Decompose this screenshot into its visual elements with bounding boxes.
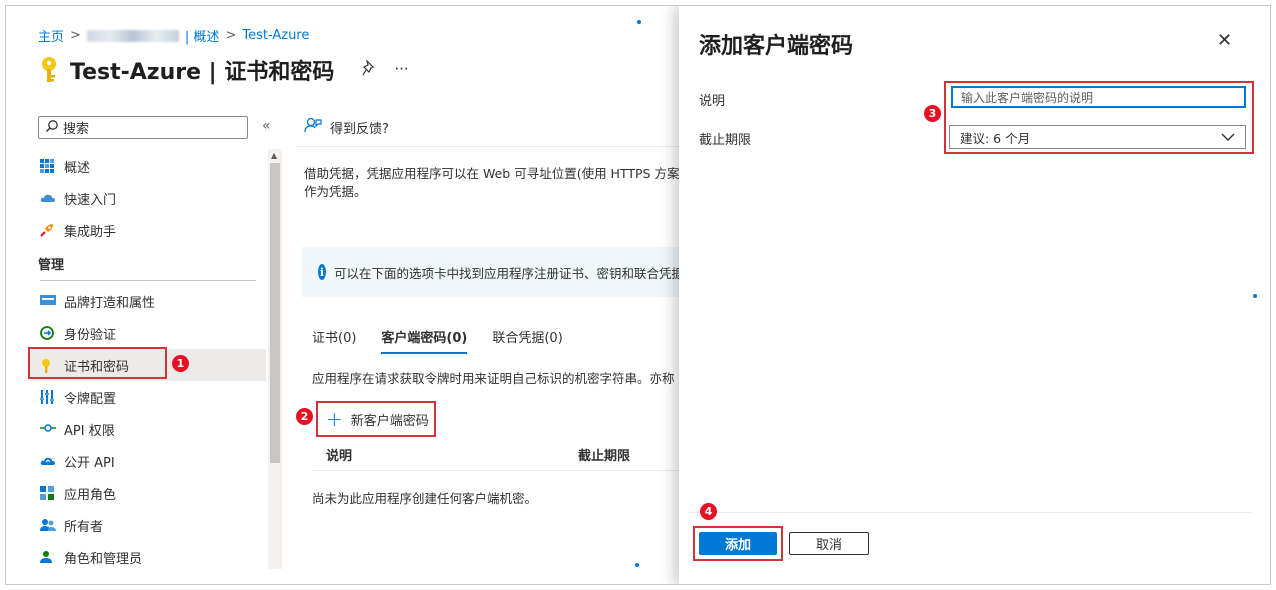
divider [296, 146, 684, 147]
annotation-badge-4: 4 [700, 503, 717, 520]
admin-icon [40, 550, 54, 564]
sidebar-item-quickstart[interactable]: 快速入门 [30, 182, 266, 214]
cloud-api-icon [40, 454, 55, 468]
branding-icon [40, 294, 56, 308]
tab-federated-credentials[interactable]: 联合凭据(0) [492, 327, 562, 354]
sidebar-scrollbar[interactable]: ▲ [268, 149, 282, 569]
page-header: Test-Azure | 证书和密码 ··· [38, 54, 409, 86]
sidebar-item-label: 公开 API [64, 455, 115, 471]
sidebar-item-owners[interactable]: 所有者 [30, 509, 266, 541]
breadcrumb-app[interactable]: Test-Azure [242, 28, 309, 43]
loading-dot [637, 20, 641, 24]
close-icon[interactable]: ✕ [1217, 30, 1232, 51]
scroll-up-icon[interactable]: ▲ [271, 151, 277, 160]
collapse-sidebar-icon[interactable]: « [262, 118, 271, 134]
column-header-description: 说明 [326, 449, 353, 464]
cancel-button[interactable]: 取消 [789, 532, 869, 555]
sidebar-item-label: 角色和管理员 [64, 551, 143, 567]
sidebar-item-app-roles[interactable]: 应用角色 [30, 477, 266, 509]
add-client-secret-panel: 添加客户端密码 ✕ 说明 截止期限 输入此客户端密码的说明 建议: 6 个月 3… [679, 6, 1270, 584]
expires-label: 截止期限 [699, 133, 752, 148]
rocket-icon [40, 223, 54, 237]
sidebar-item-roles-admins[interactable]: 角色和管理员 [30, 541, 266, 573]
sidebar-item-label: 概述 [64, 160, 91, 176]
info-text: 可以在下面的选项卡中找到应用程序注册证书、密钥和联合凭据 [333, 265, 684, 281]
description: 借助凭据，凭据应用程序可以在 Web 可寻址位置(使用 HTTPS 方案 作为凭… [304, 165, 684, 201]
breadcrumb-separator: > [70, 28, 81, 43]
sidebar-item-label: 品牌打造和属性 [64, 295, 156, 311]
main-content: 得到反馈? 借助凭据，凭据应用程序可以在 Web 可寻址位置(使用 HTTPS … [296, 114, 684, 506]
tab-client-secrets[interactable]: 客户端密码(0) [381, 327, 468, 354]
plus-icon: + [326, 407, 343, 431]
owners-icon [40, 518, 56, 532]
cloud-icon [40, 191, 55, 205]
description-line: 借助凭据，凭据应用程序可以在 Web 可寻址位置(使用 HTTPS 方案 [304, 166, 680, 181]
api-permission-icon [40, 422, 56, 436]
info-icon: i [318, 264, 326, 280]
sidebar-item-label: 令牌配置 [64, 391, 117, 407]
sidebar-item-branding[interactable]: 品牌打造和属性 [30, 285, 266, 317]
grid-icon [40, 159, 54, 173]
new-client-secret-label: 新客户端密码 [350, 413, 429, 429]
info-banner: i 可以在下面的选项卡中找到应用程序注册证书、密钥和联合凭据 [302, 247, 684, 297]
sidebar-item-label: 身份验证 [64, 327, 117, 343]
pin-icon[interactable] [362, 59, 376, 80]
annotation-box-4 [693, 526, 783, 561]
sidebar-item-authentication[interactable]: 身份验证 [30, 317, 266, 349]
description-label: 说明 [699, 94, 726, 109]
panel-footer-divider [689, 512, 1252, 513]
feedback-icon [304, 117, 322, 137]
sidebar-divider [40, 280, 256, 281]
annotation-badge-2: 2 [296, 408, 313, 425]
search-placeholder: 搜索 [63, 122, 90, 137]
sidebar-item-token-configuration[interactable]: 令牌配置 [30, 381, 266, 413]
token-icon [40, 390, 54, 404]
description-line: 作为凭据。 [304, 184, 367, 199]
auth-icon [40, 326, 54, 340]
feedback-link[interactable]: 得到反馈? [304, 114, 684, 140]
sidebar-item-label: API 权限 [64, 423, 115, 439]
new-client-secret-button[interactable]: + 新客户端密码 [316, 401, 436, 437]
scrollbar-thumb[interactable] [270, 163, 280, 463]
tab-list: 证书(0) 客户端密码(0) 联合凭据(0) [304, 327, 684, 354]
annotation-box-3 [944, 81, 1254, 154]
breadcrumb-home[interactable]: 主页 [38, 26, 64, 45]
sidebar-item-integration-assistant[interactable]: 集成助手 [30, 214, 266, 246]
breadcrumb-overview[interactable]: | 概述 [185, 26, 220, 45]
page-title: Test-Azure | 证书和密码 [70, 60, 335, 85]
column-header-expires: 截止期限 [578, 449, 631, 464]
search-input[interactable]: 搜索 [38, 116, 248, 139]
breadcrumb-separator: > [225, 28, 237, 43]
annotation-box-1 [28, 347, 167, 379]
sidebar-item-label: 快速入门 [64, 192, 117, 208]
tab-description: 应用程序在请求获取令牌时用来证明自己标识的机密字符串。亦称 [312, 371, 675, 386]
sidebar-item-label: 应用角色 [64, 487, 117, 503]
breadcrumb: 主页 > | 概述 > Test-Azure [38, 26, 309, 45]
feedback-label: 得到反馈? [330, 121, 389, 137]
loading-dot [1253, 294, 1257, 298]
empty-state: 尚未为此应用程序创建任何客户端机密。 [312, 491, 538, 506]
annotation-badge-3: 3 [924, 105, 941, 122]
sidebar-item-expose-api[interactable]: 公开 API [30, 445, 266, 477]
annotation-badge-1: 1 [172, 355, 189, 372]
search-icon [45, 119, 59, 137]
tab-certificates[interactable]: 证书(0) [312, 327, 356, 354]
sidebar-section-manage: 管理 [38, 257, 65, 273]
more-icon[interactable]: ··· [394, 60, 408, 80]
loading-dot [635, 563, 639, 567]
key-icon [38, 55, 60, 85]
panel-title: 添加客户端密码 [699, 34, 854, 59]
app-frame: 主页 > | 概述 > Test-Azure Test-Azure | 证书和密… [5, 5, 1271, 585]
breadcrumb-blurred-segment [86, 29, 179, 42]
sidebar-item-label: 所有者 [64, 519, 104, 535]
app-roles-icon [40, 486, 54, 500]
sidebar-item-api-permissions[interactable]: API 权限 [30, 413, 266, 445]
table-divider [312, 470, 684, 471]
sidebar-item-overview[interactable]: 概述 [30, 150, 266, 182]
sidebar-item-label: 集成助手 [64, 224, 117, 240]
table-header: 说明 截止期限 [326, 445, 686, 464]
